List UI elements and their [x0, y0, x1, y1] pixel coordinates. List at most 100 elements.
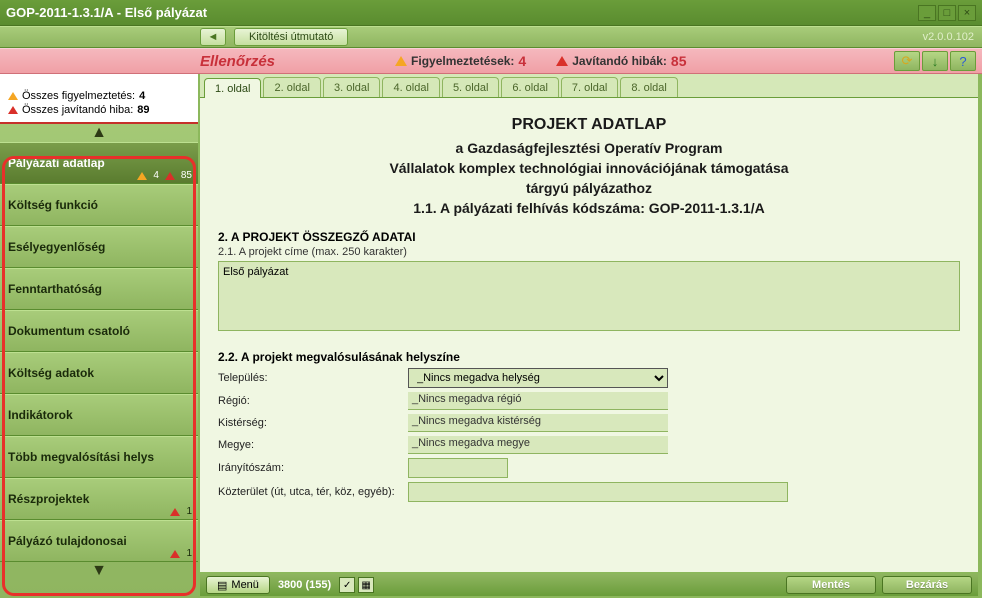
close-button[interactable]: Bezárás	[882, 576, 972, 594]
sidebar-item-label: Költség adatok	[8, 366, 190, 380]
total-errors-count: 89	[137, 104, 149, 116]
warn-count: 4	[153, 170, 159, 181]
error-icon	[165, 172, 175, 180]
town-select[interactable]: _Nincs megadva helység	[408, 368, 668, 388]
sidebar-item-dokumentum-csatolo[interactable]: Dokumentum csatoló	[0, 310, 198, 352]
town-label: Település:	[218, 372, 408, 384]
page-subtitle-4: 1.1. A pályázati felhívás kódszáma: GOP-…	[218, 200, 960, 216]
field-21-label: 2.1. A projekt címe (max. 250 karakter)	[218, 246, 960, 258]
sidebar-item-label: Költség funkció	[8, 198, 190, 212]
zip-input[interactable]	[408, 458, 508, 478]
sidebar-item-label: Fenntarthatóság	[8, 282, 190, 296]
sidebar-item-label: Esélyegyenlőség	[8, 240, 190, 254]
page-subtitle-1: a Gazdaságfejlesztési Operatív Program	[218, 140, 960, 156]
sidebar-item-label: Indikátorok	[8, 408, 190, 422]
tab-page-3[interactable]: 3. oldal	[323, 77, 380, 97]
sidebar-item-koltseg-funkcio[interactable]: Költség funkció	[0, 184, 198, 226]
toolbar: ◄ Kitöltési útmutató v2.0.0.102	[0, 26, 982, 48]
sidebar-item-label: Pályázó tulajdonosai	[8, 534, 190, 548]
calculator-icon[interactable]: ▦	[358, 577, 374, 593]
status-bar: ▤ Menü 3800 (155) ✓ ▦ Mentés Bezárás	[200, 574, 978, 596]
zip-label: Irányítószám:	[218, 462, 408, 474]
total-errors-label: Összes javítandó hiba:	[22, 104, 133, 116]
statusbar-tools: ✓ ▦	[339, 577, 374, 593]
region-label: Régió:	[218, 395, 408, 407]
tab-page-8[interactable]: 8. oldal	[620, 77, 677, 97]
subregion-label: Kistérség:	[218, 417, 408, 429]
close-window-button[interactable]: ×	[958, 5, 976, 21]
validation-title: Ellenőrzés	[200, 53, 275, 70]
help-button[interactable]: ?	[950, 51, 976, 71]
subregion-value: _Nincs megadva kistérség	[408, 414, 668, 432]
menu-icon: ▤	[217, 579, 227, 592]
stats-area: Összes figyelmeztetés: 4 Összes javítand…	[0, 86, 198, 124]
menu-label: Menü	[231, 579, 259, 591]
tab-page-7[interactable]: 7. oldal	[561, 77, 618, 97]
project-title-input[interactable]: Első pályázat	[218, 261, 960, 331]
page-subtitle-2: Vállalatok komplex technológiai innováci…	[218, 160, 960, 176]
county-label: Megye:	[218, 439, 408, 451]
err-count: 1	[186, 506, 192, 517]
sidebar-item-label: Pályázati adatlap	[8, 156, 190, 170]
warning-icon	[8, 92, 18, 100]
version-label: v2.0.0.102	[923, 31, 974, 43]
page-title: PROJEKT ADATLAP	[218, 116, 960, 134]
tabs-row: 1. oldal 2. oldal 3. oldal 4. oldal 5. o…	[200, 74, 978, 98]
titlebar: GOP-2011-1.3.1/A - Első pályázat _ □ ×	[0, 0, 982, 26]
error-icon	[8, 106, 18, 114]
error-icon	[556, 56, 568, 66]
street-label: Közterület (út, utca, tér, köz, egyéb):	[218, 486, 408, 498]
error-icon	[170, 550, 180, 558]
sidebar-item-indikatorok[interactable]: Indikátorok	[0, 394, 198, 436]
sidebar-item-label: Részprojektek	[8, 492, 190, 506]
sidebar-item-eselyegyenloseg[interactable]: Esélyegyenlőség	[0, 226, 198, 268]
sidebar-item-label: Dokumentum csatoló	[8, 324, 190, 338]
status-counter: 3800 (155)	[278, 579, 331, 591]
guide-button[interactable]: Kitöltési útmutató	[234, 28, 348, 46]
nav-list: Pályázati adatlap 4 85 Költség funkció E…	[0, 142, 198, 562]
tab-page-6[interactable]: 6. oldal	[501, 77, 558, 97]
sidebar-item-label: Több megvalósítási helys	[8, 450, 190, 464]
warning-icon	[395, 56, 407, 66]
nav-down-arrow[interactable]: ▼	[0, 562, 198, 580]
sidebar-item-fenntarthatosag[interactable]: Fenntarthatóság	[0, 268, 198, 310]
total-warnings-count: 4	[139, 90, 145, 102]
errors-label: Javítandó hibák:	[572, 54, 667, 68]
sidebar-item-reszprojektek[interactable]: Részprojektek 1	[0, 478, 198, 520]
total-warnings-label: Összes figyelmeztetés:	[22, 90, 135, 102]
validation-actions: ⟳ ↓ ?	[894, 51, 976, 71]
total-errors: Összes javítandó hiba: 89	[8, 104, 190, 116]
warnings-label: Figyelmeztetések:	[411, 54, 514, 68]
nav-up-arrow[interactable]: ▲	[0, 124, 198, 142]
maximize-button[interactable]: □	[938, 5, 956, 21]
back-button[interactable]: ◄	[200, 28, 226, 46]
sidebar-item-palyazo-tulajdonosai[interactable]: Pályázó tulajdonosai 1	[0, 520, 198, 562]
window-controls: _ □ ×	[918, 5, 976, 21]
validation-errors: Javítandó hibák: 85	[556, 53, 686, 69]
menu-button[interactable]: ▤ Menü	[206, 576, 270, 594]
err-count: 1	[186, 548, 192, 559]
street-input[interactable]	[408, 482, 788, 502]
sidebar-item-tobb-megvalositasi[interactable]: Több megvalósítási helys	[0, 436, 198, 478]
save-button[interactable]: Mentés	[786, 576, 876, 594]
checkbox-icon[interactable]: ✓	[339, 577, 355, 593]
warning-icon	[137, 172, 147, 180]
content-area: PROJEKT ADATLAP a Gazdaságfejlesztési Op…	[200, 98, 978, 572]
county-value: _Nincs megadva megye	[408, 436, 668, 454]
err-count: 85	[181, 170, 192, 181]
section-2-head: 2. A PROJEKT ÖSSZEGZŐ ADATAI	[218, 230, 960, 244]
download-button[interactable]: ↓	[922, 51, 948, 71]
error-icon	[170, 508, 180, 516]
left-panel: új SZÉCHENYI TERV Összes figyelmeztetés:…	[0, 26, 198, 598]
minimize-button[interactable]: _	[918, 5, 936, 21]
tab-page-5[interactable]: 5. oldal	[442, 77, 499, 97]
sidebar-item-palyazati-adatlap[interactable]: Pályázati adatlap 4 85	[0, 142, 198, 184]
tab-page-4[interactable]: 4. oldal	[382, 77, 439, 97]
refresh-button[interactable]: ⟳	[894, 51, 920, 71]
window-title: GOP-2011-1.3.1/A - Első pályázat	[6, 5, 207, 20]
tab-page-1[interactable]: 1. oldal	[204, 78, 261, 98]
validation-warnings: Figyelmeztetések: 4	[395, 53, 526, 69]
sidebar-item-koltseg-adatok[interactable]: Költség adatok	[0, 352, 198, 394]
warnings-count: 4	[518, 53, 526, 69]
tab-page-2[interactable]: 2. oldal	[263, 77, 320, 97]
